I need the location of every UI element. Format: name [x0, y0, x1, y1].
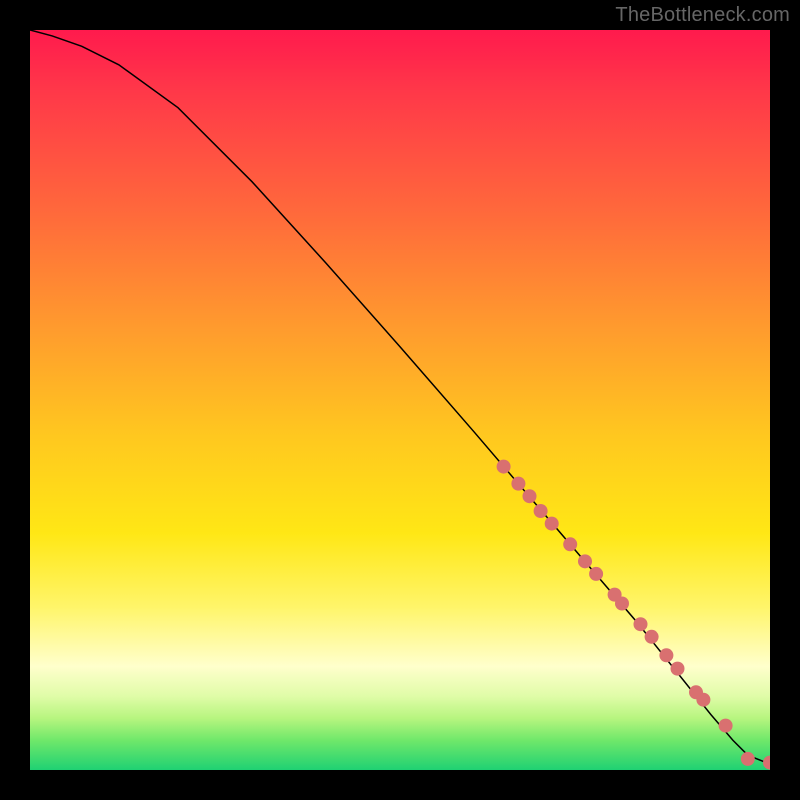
marker-dot [615, 597, 629, 611]
chart-container: TheBottleneck.com [0, 0, 800, 800]
marker-group [497, 460, 770, 770]
marker-dot [741, 752, 755, 766]
marker-dot [545, 517, 559, 531]
marker-dot [563, 537, 577, 551]
attribution-text: TheBottleneck.com [615, 4, 790, 27]
plot-area [30, 30, 770, 770]
marker-dot [719, 719, 733, 733]
marker-dot [589, 567, 603, 581]
marker-dot [645, 630, 659, 644]
marker-dot [763, 756, 770, 770]
marker-dot [511, 477, 525, 491]
chart-overlay-svg [30, 30, 770, 770]
marker-dot [578, 554, 592, 568]
marker-dot [534, 504, 548, 518]
marker-dot [634, 617, 648, 631]
marker-dot [497, 460, 511, 474]
marker-dot [696, 693, 710, 707]
bottleneck-curve-line [30, 30, 770, 764]
marker-dot [523, 489, 537, 503]
marker-dot [659, 648, 673, 662]
marker-dot [671, 662, 685, 676]
